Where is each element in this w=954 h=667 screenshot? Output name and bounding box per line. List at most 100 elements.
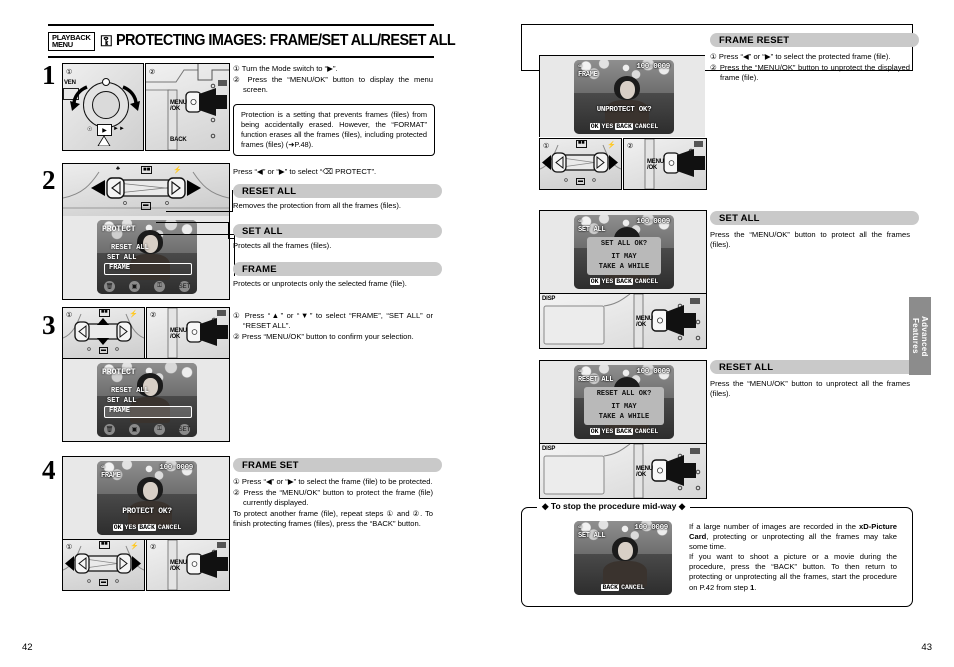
reset-all-dialog-line3: TAKE A WHILE [598,412,650,421]
reset-all-lcd-frame: ⌫ RESET ALL 100-0009 RESET ALL OK? IT MA… [539,360,707,444]
step4-marker-1: ① [66,544,73,551]
tip-box-header: ◆ To stop the procedure mid-way ◆ [537,501,691,512]
section-bar-set-all: SET ALL [233,224,442,238]
step3-instruction-2: ② Press “MENU/OK” button to confirm your… [233,331,414,341]
step4-ok-key: OK [112,523,123,531]
frame-reset-lcd-key-bar: OK YES BACK CANCEL [580,121,668,132]
page-right: ⌫ FRAME 100-0009 UNPROTECT OK? OK YES BA… [477,0,954,667]
rotate-right-arrow-icon [122,85,140,111]
reset-all-dialog-line1: RESET ALL OK? [596,389,652,398]
reset-all-lcd-counter: 100-0009 [636,368,670,376]
tip-back-key: BACK [601,583,620,591]
set-all-dialog-line2: IT MAY [611,253,637,262]
step1-marker-2: ② [149,69,156,76]
zoom-tele-icon-2: ■■ [99,309,110,317]
step4-lcd-badge: ⌫ [101,464,105,471]
frame-reset-figure-menu-button: MENU /OK ② [623,138,707,190]
set-all-back-key: BACK [615,277,633,285]
section-bar-reset-all-right: RESET ALL [710,360,919,374]
set-all-ok-key: OK [589,277,600,285]
step3-instructions: ① Press “▲” or “▼” to select “FRAME”, “S… [233,311,433,342]
step2-instruction-text: Press “◀” or “▶” to select “⌫ PROTECT”. [233,167,377,176]
frame-reset-lcd-frame: ⌫ FRAME 100-0009 UNPROTECT OK? OK YES BA… [539,55,705,137]
frame-reset-figure-leftright: ① Press “◀” or “▶” to select the protect… [539,138,622,190]
step1-back-label: BACK [170,137,187,143]
page-header: PLAYBACK MENU ⚿ PROTECTING IMAGES: FRAME… [48,24,456,58]
step4-ok-label: YES [124,523,137,531]
frame-reset-lcd-mode: FRAME [578,71,598,79]
step-number-3: 3 [42,310,56,340]
step4-back-key: BACK [138,523,156,531]
section-bar-reset-all: RESET ALL [233,184,442,198]
set-all-lcd-frame: ⌫ SET ALL 100-0009 SET ALL OK? IT MAY TA… [539,210,707,294]
page-left: PLAYBACK MENU ⚿ PROTECTING IMAGES: FRAME… [0,0,477,667]
step3-lcd-protect-menu: PROTECT RESET ALL SET ALL FRAME 🗑 ▣ ⚿ SE… [97,363,197,437]
reset-all-lcd-key-bar: OK YES BACK CANCEL [580,426,668,437]
frame-reset-step-marker-2: ② [627,143,634,150]
dpof-print-icon: ▣ [129,281,140,293]
setup-icon: SET [179,281,190,293]
step4-marker-2: ② [150,544,157,551]
step3-marker-2: ② [150,312,157,319]
set-all-lcd-dialog: SET ALL OK? IT MAY TAKE A WHILE [587,237,661,275]
tip-paragraph-2: If you want to shoot a picture or a movi… [689,552,897,592]
set-all-lcd-counter: 100-0009 [636,218,670,226]
flash-icon-3: ⚡ [130,543,139,550]
tip-text-2: , protecting or unprotecting all the fra… [689,532,897,552]
frame-reset-ok-label: YES [601,122,614,130]
step2-lcd-title: PROTECT [102,225,136,234]
mode-pointer-icon [97,135,111,146]
tip-back-label: CANCEL [621,583,645,591]
section-bar-set-all-right: SET ALL [710,211,919,225]
step4-lcd-prompt: PROTECT OK? [122,507,172,516]
set-all-button-figure: DISP MENU /OK [539,293,707,349]
step4-lcd-counter: 100-0009 [159,464,193,472]
movie-mode-icon: ►► [113,126,125,132]
protect-key-icon: ⚿ [100,32,112,50]
protect-icon: ⚿ [154,281,165,293]
step2-lcd-protect-menu: PROTECT RESET ALL SET ALL FRAME 🗑 ▣ ⚿ SE… [97,220,197,294]
step3-figure-updown: ① ■■ ⚡ ▬ [62,307,145,359]
reset-all-lcd-badge: ⌫ [578,368,582,375]
tip-lcd: ⌫ SET ALL 100-0009 BACK CANCEL [574,521,672,595]
reset-all-lcd: ⌫ RESET ALL 100-0009 RESET ALL OK? IT MA… [574,365,674,439]
step3-lcd-title: PROTECT [102,368,136,377]
reset-all-dialog-line2: IT MAY [611,403,637,412]
frame-reset-instructions: ① Press “◀” or “▶” to select the protect… [710,52,910,83]
step4-menu-ok-label: MENU /OK [170,560,187,573]
step4-instruction-1: ① Press “◀” or “▶” to select the frame (… [233,477,433,486]
step4-lcd-protect-ok: ⌫ FRAME 100-0009 PROTECT OK? OK YES BACK… [97,461,197,535]
reset-all-menu-ok-label: MENU /OK [636,466,653,479]
page-number-left: 42 [22,642,33,653]
section-bar-frame: FRAME [233,262,442,276]
macro-icon: ♣ [116,166,120,172]
set-all-back-label: CANCEL [634,277,659,285]
leader-line-set-all-v [228,222,229,238]
frame-reset-menu-ok-label: MENU /OK [647,159,664,172]
playback-menu-tag: PLAYBACK MENU [48,31,95,51]
setup-icon-2: SET [179,424,190,436]
zoom-wide-icon-3: ▬ [99,579,108,586]
step-number-1: 1 [42,60,56,90]
page-title: PROTECTING IMAGES: FRAME/SET ALL/RESET A… [116,32,456,49]
frame-reset-ok-key: OK [589,122,600,130]
tip-paragraph-1: If a large number of images are recorded… [689,522,897,552]
step4-lcd-figure: ⌫ FRAME 100-0009 PROTECT OK? OK YES BACK… [62,456,230,540]
set-all-dialog-line3: TAKE A WHILE [598,262,650,271]
set-all-dialog-line1: SET ALL OK? [600,239,648,248]
reset-all-lcd-mode: RESET ALL [578,376,614,384]
section-text-frame: Protects or unprotects only the selected… [233,279,407,288]
leader-line-frame [158,234,234,235]
erase-icon-2: 🗑 [104,424,115,436]
section-bar-frame-reset: FRAME RESET [710,33,919,47]
reset-all-text: Press the “MENU/OK” button to unprotect … [710,379,910,399]
tip-lcd-counter: 100-0009 [634,524,668,532]
page-number-right: 43 [921,642,932,653]
step4-back-label: CANCEL [157,523,182,531]
reset-all-back-key: BACK [615,427,633,435]
step4-instructions: ① Press “◀” or “▶” to select the frame (… [233,477,433,529]
step1-instructions: ① Turn the Mode switch to “▶”. ② Press t… [233,64,433,95]
step1-note-text: Protection is a setting that prevents fr… [241,110,427,149]
frame-reset-step-marker-1: ① [543,143,550,150]
step3-lcd-icon-bar: 🗑 ▣ ⚿ SET [97,422,197,437]
